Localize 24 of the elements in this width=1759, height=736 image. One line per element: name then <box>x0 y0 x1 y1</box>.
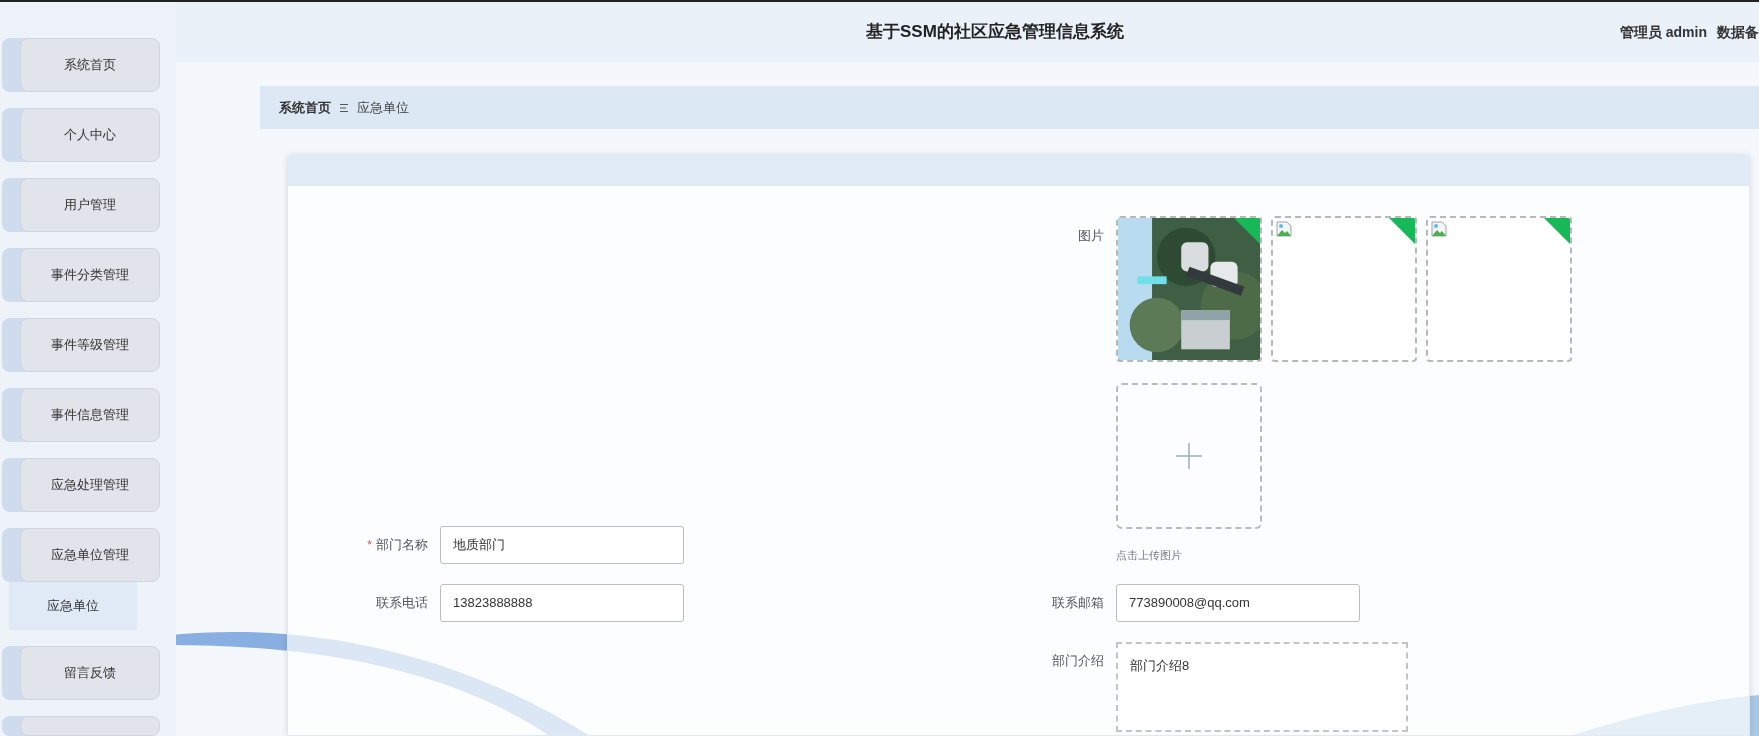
field-label: 部门介绍 <box>1052 651 1104 670</box>
input-field[interactable]: 地质部门 <box>440 525 684 564</box>
required-mark: * <box>367 536 372 554</box>
upload-hint: 点击上传图片 <box>1116 548 1183 563</box>
upload-button[interactable] <box>1116 383 1262 529</box>
field-label: 部门名称 <box>376 535 428 554</box>
text-area[interactable]: 部门介绍8 <box>1116 641 1408 732</box>
field-label: 联系电话 <box>376 593 428 612</box>
breadcrumb-link[interactable]: 系统首页 <box>279 97 331 118</box>
broken-image-icon <box>1276 221 1292 237</box>
field-label: 图片 <box>1078 227 1104 245</box>
user-label: 管理员 admin <box>1619 22 1707 42</box>
image-thumbnail[interactable] <box>1271 216 1417 362</box>
broken-image-icon <box>1431 221 1447 237</box>
image-thumbnail[interactable] <box>1426 216 1572 362</box>
plus-icon <box>1176 443 1202 469</box>
backup-link[interactable]: 数据备 <box>1717 21 1759 43</box>
input-field[interactable]: 13823888888 <box>440 583 684 622</box>
field-label: 联系邮箱 <box>1052 593 1104 612</box>
menu-icon <box>339 102 349 113</box>
breadcrumb-current: 应急单位 <box>357 98 409 117</box>
app-title: 基于SSM的社区应急管理信息系统 <box>866 21 1124 44</box>
input-field[interactable]: 773890008@qq.com <box>1116 583 1360 622</box>
submenu-item[interactable]: 应急单位 <box>9 582 137 630</box>
